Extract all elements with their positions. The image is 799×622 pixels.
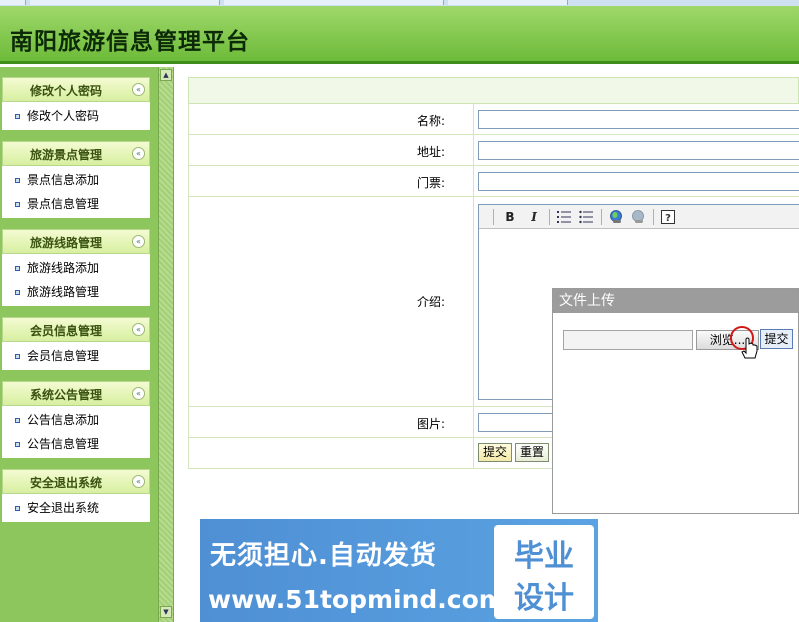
bullet-icon — [15, 202, 20, 207]
watermark-slogan: 无须担心.自动发货 — [210, 541, 437, 571]
sidebar-group-attractions: 旅游景点管理 « 景点信息添加 景点信息管理 — [2, 141, 150, 218]
badge-line-1: 毕业 — [514, 539, 574, 574]
bullet-icon — [15, 114, 20, 119]
badge-line-2: 设计 — [514, 581, 574, 616]
bullet-icon — [15, 442, 20, 447]
watermark-badge: 毕业 设计 — [494, 525, 594, 619]
name-input[interactable] — [478, 110, 799, 129]
address-label: 地址: — [416, 145, 445, 159]
sidebar-group-header[interactable]: 旅游景点管理 « — [2, 141, 150, 166]
image-label: 图片: — [416, 417, 445, 431]
help-icon[interactable]: ? — [661, 210, 675, 224]
hand-cursor-icon — [730, 326, 758, 359]
sidebar-item-member-manage[interactable]: 会员信息管理 — [2, 344, 150, 368]
intro-label: 介绍: — [416, 295, 445, 309]
bullet-list-icon[interactable] — [579, 210, 593, 224]
form-header-bar — [188, 77, 799, 104]
file-path-input[interactable] — [563, 330, 693, 350]
dialog-title: 文件上传 — [553, 289, 798, 313]
sidebar-group-header[interactable]: 修改个人密码 « — [2, 77, 150, 102]
bullet-icon — [15, 506, 20, 511]
collapse-icon[interactable]: « — [132, 323, 145, 336]
bullet-icon — [15, 290, 20, 295]
bullet-icon — [15, 418, 20, 423]
sidebar-item-notice-manage[interactable]: 公告信息管理 — [2, 432, 150, 456]
sidebar-item-change-password[interactable]: 修改个人密码 — [2, 104, 150, 128]
bullet-icon — [15, 354, 20, 359]
collapse-icon[interactable]: « — [132, 235, 145, 248]
sidebar-group-title: 修改个人密码 — [29, 84, 102, 98]
sidebar-group-title: 会员信息管理 — [29, 324, 102, 338]
page-title: 南阳旅游信息管理平台 — [10, 28, 250, 55]
collapse-icon[interactable]: « — [132, 475, 145, 488]
ordered-list-icon[interactable] — [557, 210, 571, 224]
collapse-icon[interactable]: « — [132, 147, 145, 160]
sidebar-splitter[interactable]: ▲ ▼ — [158, 67, 174, 622]
svg-text:?: ? — [665, 213, 671, 224]
sidebar-group-title: 安全退出系统 — [29, 476, 102, 490]
form-row-name: 名称: — [188, 104, 799, 135]
sidebar-group-routes: 旅游线路管理 « 旅游线路添加 旅游线路管理 — [2, 229, 150, 306]
collapse-icon[interactable]: « — [132, 83, 145, 96]
collapse-icon[interactable]: « — [132, 387, 145, 400]
insert-link-icon[interactable] — [609, 210, 623, 224]
submit-button[interactable]: 提交 — [478, 443, 513, 462]
sidebar-item-logout[interactable]: 安全退出系统 — [2, 496, 150, 520]
app-window: 南阳旅游信息管理平台 修改个人密码 « 修改个人密码 旅游景点管理 « 景点信息… — [0, 0, 799, 622]
sidebar-group-header[interactable]: 旅游线路管理 « — [2, 229, 150, 254]
sidebar-group-notices: 系统公告管理 « 公告信息添加 公告信息管理 — [2, 381, 150, 458]
scroll-down-icon[interactable]: ▼ — [160, 606, 172, 618]
watermark-site: www.51topmind.com — [208, 585, 505, 614]
sidebar-group-members: 会员信息管理 « 会员信息管理 — [2, 317, 150, 370]
sidebar-group-title: 系统公告管理 — [29, 388, 102, 402]
sidebar-group-header[interactable]: 会员信息管理 « — [2, 317, 150, 342]
reset-button[interactable]: 重置 — [515, 443, 550, 462]
ticket-input[interactable] — [478, 172, 799, 191]
editor-toolbar: B I ? — [479, 205, 799, 229]
unlink-icon[interactable] — [631, 210, 645, 224]
tab-stub-4[interactable] — [448, 0, 568, 5]
sidebar-group-title: 旅游景点管理 — [29, 148, 102, 162]
page-header: 南阳旅游信息管理平台 — [0, 6, 799, 64]
sidebar-item-route-add[interactable]: 旅游线路添加 — [2, 256, 150, 280]
italic-button[interactable]: I — [527, 209, 541, 225]
bullet-icon — [15, 178, 20, 183]
tab-stub-1[interactable] — [0, 0, 26, 5]
file-upload-dialog: 文件上传 浏览... 提交 — [552, 288, 799, 514]
name-label: 名称: — [416, 114, 445, 128]
tab-stub-2[interactable] — [30, 0, 220, 5]
tab-stub-3[interactable] — [224, 0, 444, 5]
address-input[interactable] — [478, 141, 799, 160]
ticket-label: 门票: — [416, 176, 445, 190]
scroll-up-icon[interactable]: ▲ — [160, 69, 172, 81]
watermark-banner: 无须担心.自动发货 www.51topmind.com 毕业 设计 — [200, 519, 598, 622]
sidebar-item-route-manage[interactable]: 旅游线路管理 — [2, 280, 150, 304]
form-row-ticket: 门票: — [188, 166, 799, 197]
sidebar-group-title: 旅游线路管理 — [29, 236, 102, 250]
sidebar: 修改个人密码 « 修改个人密码 旅游景点管理 « 景点信息添加 景点信息管理 旅… — [0, 67, 158, 622]
sidebar-item-notice-add[interactable]: 公告信息添加 — [2, 408, 150, 432]
form-row-address: 地址: — [188, 135, 799, 166]
sidebar-item-attraction-manage[interactable]: 景点信息管理 — [2, 192, 150, 216]
sidebar-group-password: 修改个人密码 « 修改个人密码 — [2, 77, 150, 130]
bold-button[interactable]: B — [503, 209, 517, 225]
sidebar-group-header[interactable]: 系统公告管理 « — [2, 381, 150, 406]
upload-submit-button[interactable]: 提交 — [760, 329, 793, 349]
bullet-icon — [15, 266, 20, 271]
sidebar-group-header[interactable]: 安全退出系统 « — [2, 469, 150, 494]
sidebar-item-attraction-add[interactable]: 景点信息添加 — [2, 168, 150, 192]
sidebar-group-logout: 安全退出系统 « 安全退出系统 — [2, 469, 150, 522]
